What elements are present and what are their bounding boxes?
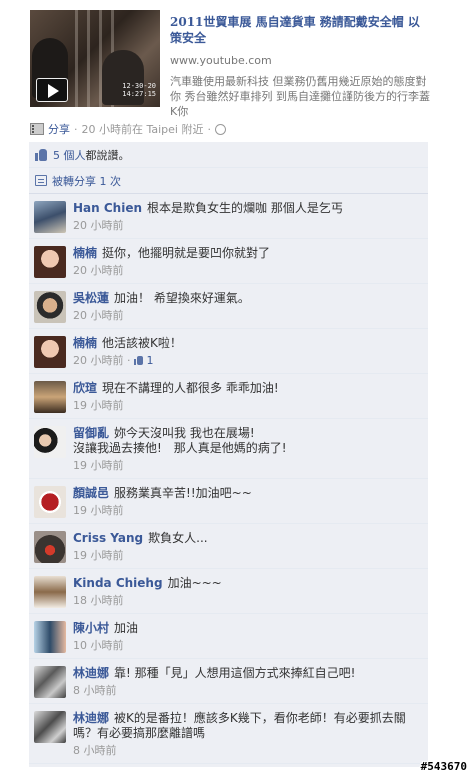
comment-author[interactable]: 楠楠 <box>73 336 97 350</box>
globe-icon[interactable] <box>215 123 226 135</box>
comment-timestamp[interactable]: 19 小時前 <box>73 504 422 517</box>
comment: 顏誠邑 服務業真辛苦!!加油吧~~ 19 小時前 <box>29 479 428 524</box>
comment-author[interactable]: 楠楠 <box>73 246 97 260</box>
comment-text: 服務業真辛苦!!加油吧~~ <box>114 486 252 500</box>
shares-count-link[interactable]: 被轉分享 1 次 <box>52 173 121 189</box>
avatar[interactable] <box>34 486 66 518</box>
post-meta-bar: 分享 · 20 小時前在 Taipei 附近 · <box>30 121 226 137</box>
comment-text: 欺負女人... <box>148 531 208 545</box>
video-thumbnail[interactable]: 12-30-20 14:27:15 <box>30 10 160 107</box>
comment-author[interactable]: 林迪娜 <box>73 711 109 725</box>
comment-text: 加油 <box>114 621 139 635</box>
comment: 吳松蓮 加油！ 希望換來好運氣。 20 小時前 <box>29 284 428 329</box>
comment-timestamp[interactable]: 8 小時前 <box>73 684 422 697</box>
comment-timestamp[interactable]: 19 小時前 <box>73 399 422 412</box>
comment-timestamp[interactable]: 20 小時前 · <box>73 354 131 367</box>
image-id-watermark: #543670 <box>420 760 467 773</box>
comment: 陳小村 加油 10 小時前 <box>29 614 428 659</box>
comment-author[interactable]: 留御亂 <box>73 426 109 440</box>
play-icon[interactable] <box>36 78 68 102</box>
comment: 欣瑄 現在不講理的人都很多 乖乖加油! 19 小時前 <box>29 374 428 419</box>
comment-text: 妳今天沒叫我 我也在展場! <box>114 426 255 440</box>
link-description: 汽車雖使用最新科技 但業務仍舊用幾近原始的態度對你 秀台雖然好車排列 到馬自達攤… <box>170 75 430 118</box>
comment-author[interactable]: Han Chien <box>73 201 142 215</box>
comment-timestamp[interactable]: 19 小時前 <box>73 549 422 562</box>
comment-like-icon <box>133 356 143 365</box>
like-thumb-icon <box>35 148 48 161</box>
link-title[interactable]: 2011世貿車展 馬自達貨車 務請配戴安全帽 以策安全 <box>170 14 430 46</box>
shares-row: 被轉分享 1 次 <box>29 168 428 194</box>
comment-timestamp[interactable]: 8 小時前 <box>73 744 422 757</box>
comment-timestamp[interactable]: 10 小時前 <box>73 639 422 652</box>
comment-text: 靠! 那種「見」人想用這個方式來捧紅自己吧! <box>114 666 356 680</box>
comment: 林迪娜 被K的是番拉！應該多K幾下，看你老師！有必要抓去關 嗎？有必要搞那麼離譜嗎… <box>29 704 428 764</box>
comment-author[interactable]: 陳小村 <box>73 621 109 635</box>
comment-text: 現在不講理的人都很多 乖乖加油! <box>102 381 279 395</box>
comment: 林迪娜 靠! 那種「見」人想用這個方式來捧紅自己吧! 8 小時前 <box>29 659 428 704</box>
comment: 留御亂 妳今天沒叫我 我也在展場! 沒讓我過去揍他! 那人真是他媽的病了! 19 … <box>29 419 428 479</box>
avatar[interactable] <box>34 666 66 698</box>
comment: Criss Yang 欺負女人... 19 小時前 <box>29 524 428 569</box>
comment-author[interactable]: 林迪娜 <box>73 666 109 680</box>
comment: 楠楠 他活該被K啦！ 20 小時前 · 1 <box>29 329 428 374</box>
comment-timestamp[interactable]: 20 小時前 <box>73 264 422 277</box>
shared-link-post: 12-30-20 14:27:15 2011世貿車展 馬自達貨車 務請配戴安全帽… <box>30 10 430 118</box>
comment-timestamp[interactable]: 18 小時前 <box>73 594 422 607</box>
comment-text: 被K的是番拉！應該多K幾下，看你老師！有必要抓去關 <box>114 711 406 725</box>
comment-author[interactable]: 吳松蓮 <box>73 291 109 305</box>
video-timestamp: 12-30-20 14:27:15 <box>122 82 156 98</box>
avatar[interactable] <box>34 621 66 653</box>
comment-text: 挺你，他擺明就是要凹你就對了 <box>102 246 271 260</box>
film-icon <box>30 123 44 135</box>
comment-text: 加油~~~ <box>167 576 222 590</box>
comment-like-count[interactable]: 1 <box>147 354 154 367</box>
avatar[interactable] <box>34 291 66 323</box>
comment-timestamp[interactable]: 20 小時前 <box>73 219 422 232</box>
comment-text-continued: 嗎？有必要搞那麼離譜嗎 <box>73 726 206 740</box>
avatar[interactable] <box>34 531 66 563</box>
likes-row: 5 個人都說讚。 <box>29 142 428 168</box>
comment: Kinda Chiehg 加油~~~ 18 小時前 <box>29 569 428 614</box>
avatar[interactable] <box>34 336 66 368</box>
avatar[interactable] <box>34 201 66 233</box>
comment: Han Chien 根本是欺負女生的爛咖 那個人是乞丐 20 小時前 <box>29 194 428 239</box>
comment-timestamp[interactable]: 20 小時前 <box>73 309 422 322</box>
likes-count-link[interactable]: 5 個人 <box>53 149 86 162</box>
feedback-panel: 5 個人都說讚。 被轉分享 1 次 Han Chien 根本是欺負女生的爛咖 那個… <box>29 142 428 767</box>
comment-text: 加油！ 希望換來好運氣。 <box>114 291 250 305</box>
comment-text-continued: 沒讓我過去揍他! 那人真是他媽的病了! <box>73 441 287 455</box>
comment-timestamp[interactable]: 19 小時前 <box>73 459 422 472</box>
comment-text: 根本是欺負女生的爛咖 那個人是乞丐 <box>147 201 343 215</box>
comment-author[interactable]: Criss Yang <box>73 531 143 545</box>
share-link[interactable]: 分享 <box>48 121 70 137</box>
post-timestamp[interactable]: 20 小時前在 Taipei 附近 <box>82 121 204 137</box>
comment-text: 他活該被K啦！ <box>102 336 182 350</box>
comment-author[interactable]: Kinda Chiehg <box>73 576 163 590</box>
share-count-icon <box>35 175 47 186</box>
avatar[interactable] <box>34 576 66 608</box>
comment-author[interactable]: 顏誠邑 <box>73 486 109 500</box>
avatar[interactable] <box>34 426 66 458</box>
avatar[interactable] <box>34 381 66 413</box>
comment: 楠楠 挺你，他擺明就是要凹你就對了 20 小時前 <box>29 239 428 284</box>
avatar[interactable] <box>34 711 66 743</box>
avatar[interactable] <box>34 246 66 278</box>
link-url: www.youtube.com <box>170 54 272 67</box>
comment-author[interactable]: 欣瑄 <box>73 381 97 395</box>
